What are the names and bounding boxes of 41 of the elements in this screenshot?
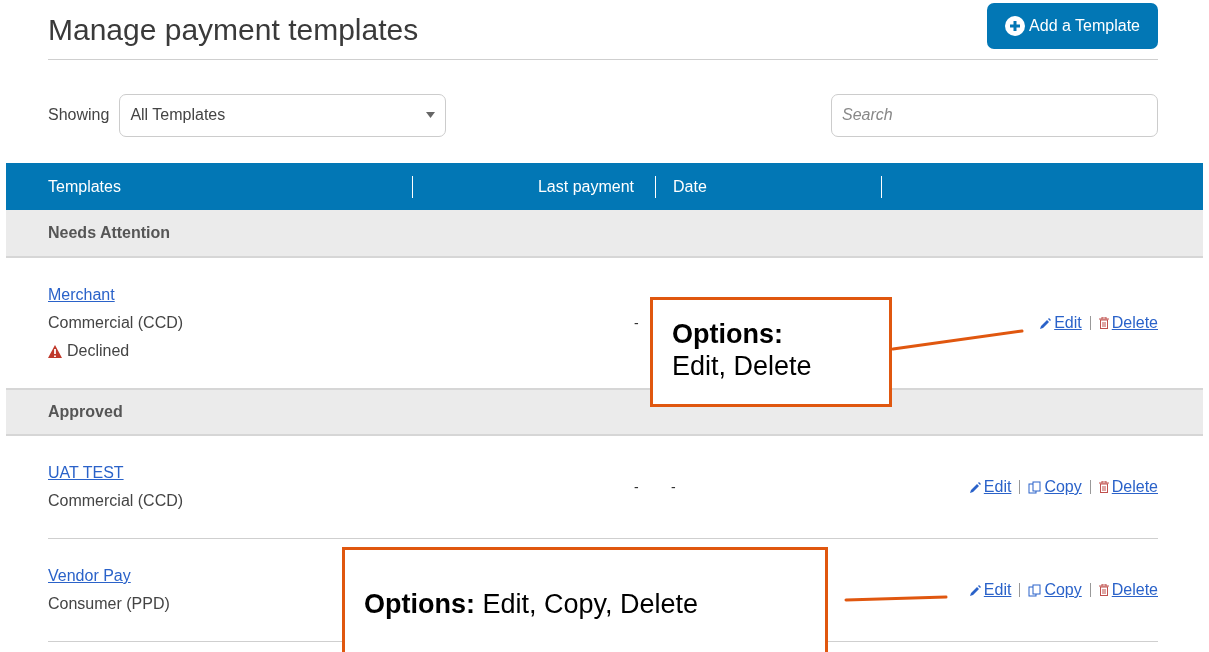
- copy-icon: [1028, 480, 1042, 494]
- copy-icon: [1028, 583, 1042, 597]
- page-title: Manage payment templates: [48, 12, 419, 48]
- template-type: Commercial (CCD): [48, 313, 184, 333]
- template-type: Commercial (CCD): [48, 491, 184, 511]
- template-link[interactable]: Vendor Pay: [48, 564, 131, 588]
- showing-label: Showing: [48, 105, 110, 125]
- column-header[interactable]: Last payment: [537, 174, 634, 199]
- edit-link[interactable]: Edit: [983, 475, 1012, 499]
- date-cell-text: -: [671, 477, 676, 497]
- copy-link[interactable]: Copy: [1044, 578, 1082, 602]
- add-template-button[interactable]: Add a Template: [987, 2, 1158, 49]
- section-title: Approved: [48, 402, 123, 422]
- delete-link[interactable]: Delete: [1111, 311, 1158, 335]
- template-type: Consumer (PPD): [48, 594, 170, 614]
- callout-box: Options: Edit, Copy, Delete: [342, 547, 828, 652]
- trash-icon: [1098, 584, 1109, 596]
- template-link[interactable]: UAT TEST: [48, 461, 124, 485]
- pencil-icon: [1040, 317, 1052, 329]
- caret-icon: [426, 112, 436, 118]
- plus-circle-icon: [1005, 15, 1026, 36]
- edit-link[interactable]: Edit: [1054, 311, 1082, 335]
- callout-box: Options: Edit, Delete: [650, 297, 892, 407]
- trash-icon: [1098, 317, 1109, 329]
- trash-icon: [1098, 481, 1109, 493]
- template-link[interactable]: Merchant: [48, 283, 115, 307]
- pencil-icon: [969, 481, 981, 493]
- last-payment-cell-text: -: [634, 313, 639, 333]
- last-payment-cell-text: -: [634, 477, 639, 497]
- warning-icon: [48, 344, 62, 358]
- pencil-icon: [969, 584, 981, 596]
- search-field[interactable]: Search: [831, 93, 1158, 137]
- column-header[interactable]: Date: [673, 174, 707, 199]
- template-filter-dropdown[interactable]: All Templates: [119, 93, 447, 137]
- section-title: Needs Attention: [48, 223, 171, 243]
- copy-link[interactable]: Copy: [1044, 475, 1082, 499]
- delete-link[interactable]: Delete: [1111, 578, 1158, 602]
- status-text: Declined: [67, 341, 130, 361]
- delete-link[interactable]: Delete: [1111, 475, 1158, 499]
- edit-link[interactable]: Edit: [983, 578, 1012, 602]
- column-header[interactable]: Templates: [48, 174, 121, 199]
